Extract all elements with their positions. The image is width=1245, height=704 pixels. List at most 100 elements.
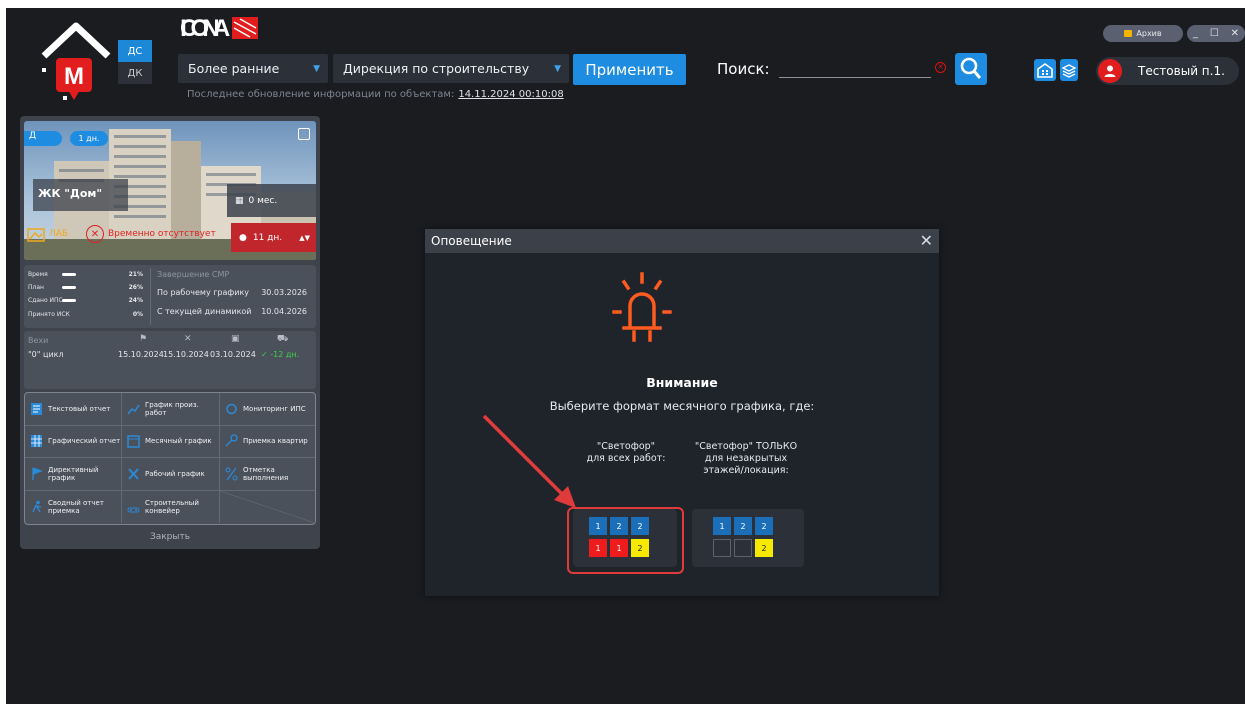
last-update-time[interactable]: 14.11.2024 00:10:08 xyxy=(458,89,563,100)
days-tag[interactable]: 1 дн. xyxy=(70,131,108,146)
menu-directive-schedule[interactable]: Директивный график xyxy=(25,458,122,491)
menu-production-schedule[interactable]: График произ. работ xyxy=(122,393,220,426)
close-circle-icon: ✕ xyxy=(86,225,104,243)
menu-text-report[interactable]: Текстовый отчет xyxy=(25,393,122,426)
department-select[interactable]: Дирекция по строительству ▼ xyxy=(333,54,569,83)
app-logo[interactable]: M xyxy=(36,20,116,102)
grid-cell: 2 xyxy=(755,539,773,557)
menu-item-label: Месячный график xyxy=(145,437,212,446)
flag-icon: ⚑ xyxy=(139,334,148,344)
document-icon xyxy=(31,402,42,415)
clock-icon: ● xyxy=(239,232,247,243)
progress-stats[interactable]: Время 21% План 26% Сдано ИПС 24% Принято ИС… xyxy=(24,265,316,328)
svg-text:ICONA: ICONA xyxy=(180,15,230,42)
avatar xyxy=(1098,59,1122,83)
grid-cell: 1 xyxy=(713,517,731,535)
stat-row: Время 21% xyxy=(28,269,143,280)
deadline-badge[interactable]: ● 11 дн. ▲▼ xyxy=(231,223,316,252)
bell-icon xyxy=(612,272,672,342)
expand-icon[interactable] xyxy=(298,128,310,140)
dialog-title: Оповещение xyxy=(431,234,512,248)
grid-cell xyxy=(713,539,731,557)
layers-icon xyxy=(1061,64,1077,78)
grid-cell: 2 xyxy=(734,517,752,535)
menu-completion-mark[interactable]: Отметка выполнения xyxy=(220,458,315,491)
option1-label: "Светофор" для всех работ: xyxy=(586,441,666,464)
user-icon xyxy=(1104,65,1116,77)
grid-cell xyxy=(734,539,752,557)
stat-label: Время xyxy=(28,271,48,278)
milestone-date: 15.10.2024 xyxy=(163,350,209,359)
stat-row: Принято ИСК 0% xyxy=(28,309,143,320)
last-update-info: Последнее обновление информации по объек… xyxy=(187,89,564,100)
close-card-button[interactable]: Закрыть xyxy=(20,532,320,542)
user-menu[interactable]: Тестовый п.1. xyxy=(1096,57,1239,85)
project-photo[interactable]: Д 1 дн. ЖК "Дом" ▦ 0 мес. ЛАБ ✕ Временно… xyxy=(24,121,316,260)
milestone-date: 15.10.2024 xyxy=(118,350,164,359)
stat-label: Принято ИСК xyxy=(28,311,70,318)
deadline-days: 11 дн. xyxy=(252,232,283,243)
apply-button[interactable]: Применить xyxy=(573,54,686,85)
smr-row: С текущей динамикой 10.04.2026 xyxy=(157,307,307,316)
months-value: 0 мес. xyxy=(248,195,278,206)
menu-item-label: Приемка квартир xyxy=(243,437,308,446)
menu-empty-cell xyxy=(220,490,315,523)
stat-row: Сдано ИПС 24% xyxy=(28,295,143,306)
menu-monthly-schedule[interactable]: Месячный график xyxy=(122,425,220,458)
stat-label: Сдано ИПС xyxy=(28,297,63,304)
search-button[interactable] xyxy=(955,53,987,85)
stat-value: 21% xyxy=(128,271,143,278)
milestones-header: Вехи xyxy=(28,336,49,345)
archive-icon xyxy=(1124,30,1133,37)
menu-construction-conveyor[interactable]: Строительный конвейер xyxy=(122,490,220,523)
close-window-icon[interactable]: ✕ xyxy=(1231,28,1239,39)
option-open-floors[interactable]: 1 2 2 2 xyxy=(692,509,804,567)
calendar-icon: ▦ xyxy=(235,195,244,206)
search-label: Поиск: xyxy=(717,60,770,78)
maximize-icon[interactable]: ☐ xyxy=(1210,28,1219,39)
milestone-delta: ✓ -12 дн. xyxy=(261,350,300,359)
dk-tab[interactable]: ДК xyxy=(118,62,152,84)
menu-item-label: Мониторинг ИПС xyxy=(243,404,306,413)
user-name: Тестовый п.1. xyxy=(1138,64,1225,78)
menu-apartment-acceptance[interactable]: Приемка квартир xyxy=(220,426,315,458)
runner-icon xyxy=(32,500,42,513)
smr-date: 10.04.2026 xyxy=(261,307,307,316)
period-select-value: Более ранние xyxy=(188,61,280,76)
project-name[interactable]: ЖК "Дом" xyxy=(33,179,128,211)
period-select[interactable]: Более ранние ▼ xyxy=(178,54,328,83)
menu-work-schedule[interactable]: Рабочий график xyxy=(122,458,220,491)
smr-row: По рабочему графику 30.03.2026 xyxy=(157,288,307,297)
flag-icon xyxy=(32,467,43,480)
minimize-icon[interactable]: _ xyxy=(1193,28,1198,39)
layers-button[interactable] xyxy=(1060,59,1078,81)
milestone-date: 03.10.2024 xyxy=(210,350,256,359)
menu-summary-acceptance[interactable]: Сводный отчет приемка xyxy=(25,490,122,523)
menu-graphic-report[interactable]: Графический отчет xyxy=(25,425,122,458)
archive-button[interactable]: Архив xyxy=(1103,25,1183,42)
menu-item-label: Строительный конвейер xyxy=(145,498,199,515)
close-icon[interactable]: ✕ xyxy=(920,231,933,250)
stat-value: 0% xyxy=(132,311,143,318)
tools-icon xyxy=(128,468,139,480)
menu-ips-monitoring[interactable]: Мониторинг ИПС xyxy=(220,393,315,426)
annotation-arrow xyxy=(482,414,576,508)
lab-indicator[interactable]: ЛАБ xyxy=(27,226,68,242)
smr-date: 30.03.2026 xyxy=(261,288,307,297)
key-icon xyxy=(225,434,238,447)
menu-item-label: График произ. работ xyxy=(145,400,199,417)
chart-line-icon xyxy=(127,404,140,415)
clear-icon[interactable]: ✕ xyxy=(935,62,946,73)
smr-label: По рабочему графику xyxy=(157,288,250,297)
chevron-down-icon: ▼ xyxy=(313,63,320,74)
milestones-panel[interactable]: Вехи ⚑ ✕ ▣ ⛟ "0" цикл 15.10.2024 15.10.2… xyxy=(24,331,316,389)
buildings-button[interactable] xyxy=(1034,59,1056,81)
search-input[interactable] xyxy=(779,56,931,78)
stat-value: 26% xyxy=(128,284,143,291)
report-menu: Текстовый отчет График произ. работ Мони… xyxy=(24,392,316,525)
ds-tab[interactable]: ДС xyxy=(118,40,152,62)
building-icon xyxy=(1037,63,1053,78)
menu-item-label: Директивный график xyxy=(48,465,99,482)
search-icon xyxy=(960,57,982,79)
menu-item-label: Сводный отчет приемка xyxy=(48,498,104,515)
